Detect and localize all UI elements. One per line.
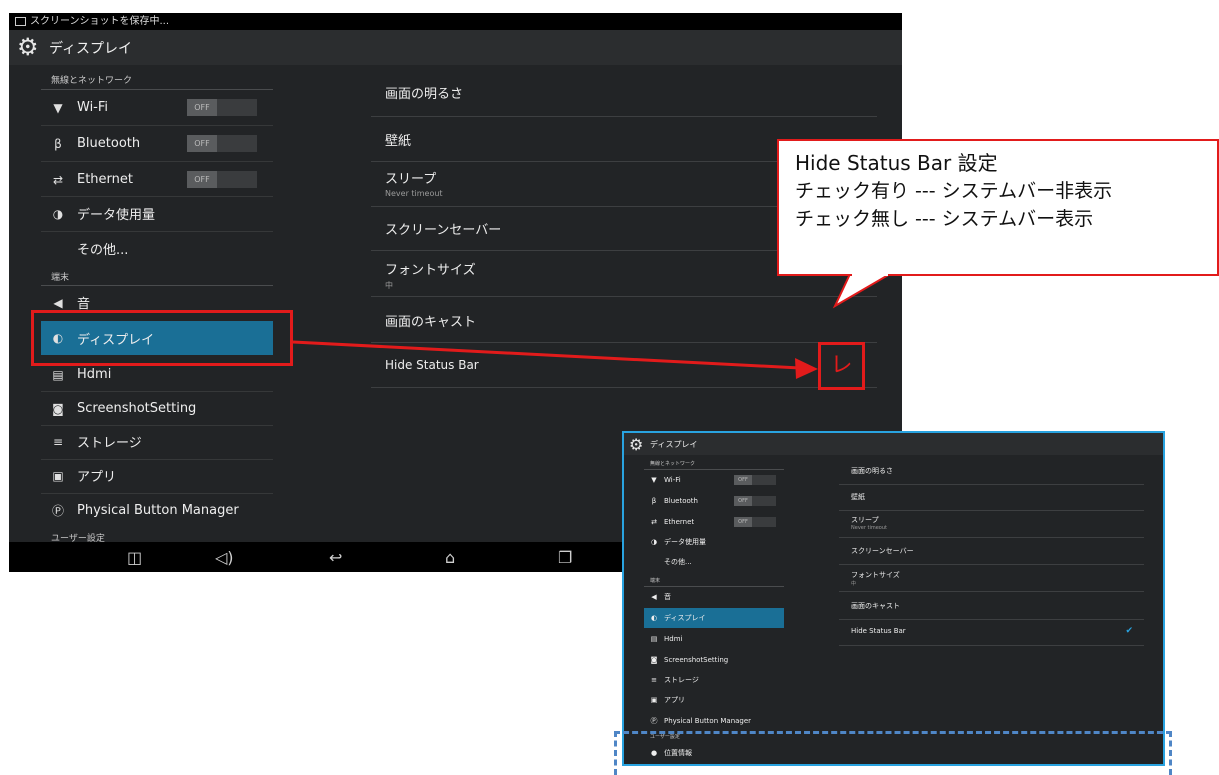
inset-item-wifi[interactable]: ▼ Wi-Fi OFF	[644, 470, 784, 490]
inset-pref-brightness[interactable]: 画面の明るさ	[851, 466, 1141, 476]
inset-item-label: Physical Button Manager	[664, 717, 752, 725]
divider	[839, 564, 1144, 565]
inset-category-device: 端末	[650, 578, 661, 584]
apps-icon: ▣	[650, 696, 658, 704]
inset-item-ethernet[interactable]: ⇄ Ethernet OFF	[644, 512, 784, 532]
inset-item-label: ストレージ	[664, 676, 699, 684]
pointer-arrow-line	[292, 340, 801, 370]
pref-summary: 中	[851, 581, 857, 587]
checkbox-checked-icon[interactable]: ✔	[1125, 626, 1133, 636]
divider	[839, 619, 1144, 620]
inset-bluetooth-toggle[interactable]: OFF	[734, 496, 776, 506]
inset-pref-sleep[interactable]: スリープ Never timeout	[851, 515, 1141, 531]
callout-tail	[832, 273, 894, 309]
inset-item-label: データ使用量	[664, 538, 706, 546]
button-manager-icon: Ⓟ	[650, 717, 658, 725]
divider	[839, 591, 1144, 592]
inset-item-label: 音	[664, 593, 671, 601]
inset-item-label: Ethernet	[664, 518, 695, 526]
inset-item-hdmi[interactable]: ▤ Hdmi	[644, 629, 784, 649]
inset-item-label: アプリ	[664, 696, 685, 704]
inset-pref-cast-screen[interactable]: 画面のキャスト	[851, 601, 1141, 611]
inset-item-sound[interactable]: ◀ 音	[644, 587, 784, 607]
inset-item-physical-button-manager[interactable]: Ⓟ Physical Button Manager	[644, 711, 784, 731]
inset-item-screenshot-setting[interactable]: ◙ ScreenshotSetting	[644, 650, 784, 670]
inset-item-more[interactable]: その他...	[644, 552, 784, 572]
pointer-arrow-head	[795, 358, 818, 379]
callout-tail-join	[852, 272, 888, 276]
inset-pref-hide-status-bar[interactable]: Hide Status Bar ✔	[851, 626, 1141, 636]
inset-item-label: Bluetooth	[664, 497, 698, 505]
inset-wifi-toggle[interactable]: OFF	[734, 475, 776, 485]
inset-pref-wallpaper[interactable]: 壁紙	[851, 492, 1141, 502]
toggle-label: OFF	[734, 517, 752, 527]
inset-item-bluetooth[interactable]: β Bluetooth OFF	[644, 491, 784, 511]
pref-title: フォントサイズ	[851, 571, 900, 579]
inset-title: ディスプレイ	[650, 440, 698, 449]
divider	[839, 510, 1144, 511]
pref-title: スリープ	[851, 516, 879, 524]
storage-icon: ≡	[651, 676, 657, 684]
inset-ethernet-toggle[interactable]: OFF	[734, 517, 776, 527]
pref-title: 画面のキャスト	[851, 602, 900, 610]
pref-title: Hide Status Bar	[851, 627, 906, 635]
inset-item-apps[interactable]: ▣ アプリ	[644, 690, 784, 710]
divider	[839, 645, 1144, 646]
inset-item-label: その他...	[664, 558, 692, 566]
divider	[839, 537, 1144, 538]
inset-screenshot: ⚙ ディスプレイ 無線とネットワーク ▼ Wi-Fi OFF β Bluetooth O…	[622, 431, 1165, 766]
inset-action-bar: ⚙ ディスプレイ	[624, 433, 1163, 455]
display-icon: ◐	[650, 614, 658, 622]
inset-item-label: Wi-Fi	[664, 476, 681, 484]
inset-item-label: ディスプレイ	[664, 614, 706, 622]
inset-item-display[interactable]: ◐ ディスプレイ	[644, 608, 784, 628]
inset-item-data-usage[interactable]: ◑ データ使用量	[644, 532, 784, 552]
callout-line-3: チェック無し --- システムバー表示	[795, 208, 1094, 230]
camera-icon: ◙	[650, 656, 658, 664]
pref-title: 画面の明るさ	[851, 467, 893, 475]
inset-item-storage[interactable]: ≡ ストレージ	[644, 670, 784, 690]
data-usage-icon: ◑	[650, 538, 658, 546]
callout-line-2: チェック有り --- システムバー非表示	[795, 180, 1113, 202]
inset-item-label: Hdmi	[664, 635, 683, 643]
dashed-highlight-box	[614, 731, 1172, 775]
pref-title: 壁紙	[851, 493, 865, 501]
hdmi-icon: ▤	[650, 635, 658, 643]
bluetooth-icon: β	[651, 497, 657, 505]
inset-category-wireless: 無線とネットワーク	[650, 461, 696, 467]
divider	[839, 484, 1144, 485]
ethernet-icon: ⇄	[651, 518, 657, 526]
inset-pref-screensaver[interactable]: スクリーンセーバー	[851, 546, 1141, 556]
callout-box: Hide Status Bar 設定 チェック有り --- システムバー非表示 …	[777, 139, 1219, 276]
sound-icon: ◀	[651, 593, 657, 601]
pref-summary: Never timeout	[851, 525, 887, 531]
inset-item-label: ScreenshotSetting	[664, 656, 729, 664]
pref-title: スクリーンセーバー	[851, 547, 914, 555]
toggle-label: OFF	[734, 496, 752, 506]
checkbox-highlight: レ	[818, 342, 865, 390]
toggle-label: OFF	[734, 475, 752, 485]
checkbox-mark: レ	[830, 353, 853, 378]
wifi-icon: ▼	[651, 476, 657, 484]
inset-pref-font-size[interactable]: フォントサイズ中	[851, 570, 1141, 587]
callout-line-1: Hide Status Bar 設定	[795, 151, 998, 175]
gear-icon: ⚙	[629, 435, 644, 454]
